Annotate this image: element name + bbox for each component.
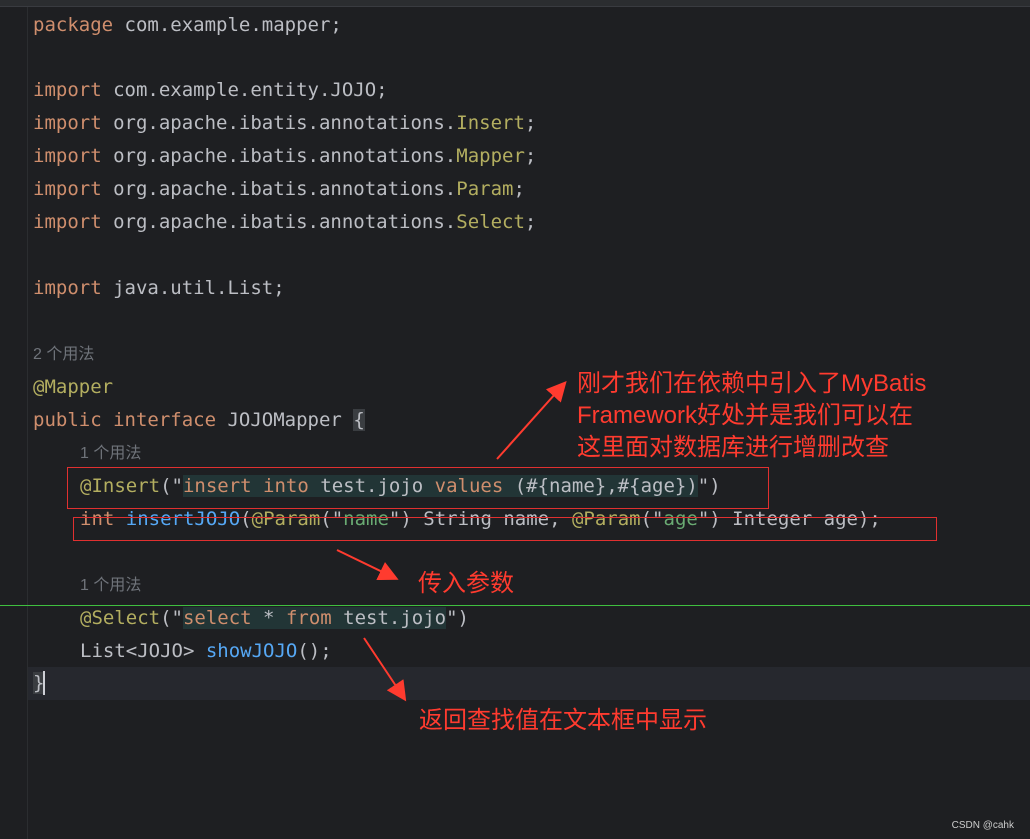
import-path: org.apache.ibatis.annotations.	[101, 178, 457, 200]
code-editor[interactable]: package com.example.mapper; import com.e…	[0, 0, 1030, 839]
sql-keyword: select	[182, 607, 252, 629]
method-name: showJOJO	[205, 640, 298, 662]
usage-hint[interactable]: 1 个用法	[80, 437, 141, 470]
keyword: import	[33, 277, 102, 299]
code-line-import[interactable]: import org.apache.ibatis.annotations.Ins…	[33, 107, 536, 140]
package-name: com.example.mapper;	[113, 14, 342, 36]
arrow-to-note1	[496, 381, 567, 460]
code-line-package[interactable]: package com.example.mapper;	[33, 9, 342, 42]
sql-table: test.jojo	[331, 607, 447, 629]
import-path: java.util.List;	[101, 277, 285, 299]
annotation-note-mybatis: 刚才我们在依赖中引入了MyBatis Framework好处并是我们可以在 这里…	[577, 370, 927, 461]
code-line-select-annotation[interactable]: @Select("select * from test.jojo")	[80, 602, 469, 635]
code-line-import[interactable]: import org.apache.ibatis.annotations.Sel…	[33, 206, 536, 239]
code-line-import[interactable]: import org.apache.ibatis.annotations.Par…	[33, 173, 525, 206]
sql-operator: *	[251, 607, 286, 629]
keyword: package	[33, 14, 114, 36]
return-type: List<JOJO>	[80, 640, 206, 662]
import-path: org.apache.ibatis.annotations.	[101, 211, 457, 233]
keyword: import	[33, 178, 102, 200]
semicolon: ;	[524, 112, 537, 134]
code-line-mapper-annotation[interactable]: @Mapper	[33, 371, 113, 404]
punctuation: ();	[297, 640, 332, 662]
editor-top-border	[0, 0, 1030, 7]
annotation: @Select	[80, 607, 161, 629]
highlight-box-insert	[67, 467, 769, 509]
annotation-name: Select	[456, 211, 525, 233]
semicolon: ;	[524, 145, 537, 167]
watermark: CSDN @cahk	[951, 820, 1014, 831]
punctuation: ("	[160, 607, 183, 629]
gutter-divider	[27, 7, 28, 839]
usage-hint[interactable]: 2 个用法	[33, 338, 94, 371]
import-path: org.apache.ibatis.annotations.	[101, 145, 457, 167]
code-line-select-method[interactable]: List<JOJO> showJOJO();	[80, 635, 332, 668]
annotation-name: Mapper	[456, 145, 525, 167]
import-path: org.apache.ibatis.annotations.	[101, 112, 457, 134]
keyword: public	[33, 409, 102, 431]
semicolon: ;	[513, 178, 525, 200]
punctuation: ")	[446, 607, 469, 629]
keyword: import	[33, 112, 102, 134]
code-line-import[interactable]: import java.util.List;	[33, 272, 285, 305]
keyword: interface	[113, 409, 217, 431]
code-line-import[interactable]: import com.example.entity.JOJO;	[33, 74, 388, 107]
brace: {	[353, 409, 365, 431]
keyword: import	[33, 211, 102, 233]
sql-keyword: from	[285, 607, 332, 629]
annotation-name: Param	[456, 178, 514, 200]
interface-name: JOJOMapper	[216, 409, 354, 431]
annotation: @Mapper	[33, 376, 114, 398]
text-caret	[43, 671, 45, 695]
annotation-name: Insert	[456, 112, 525, 134]
highlight-box-params	[73, 517, 937, 541]
code-line-import[interactable]: import org.apache.ibatis.annotations.Map…	[33, 140, 536, 173]
arrow-to-note2	[336, 549, 399, 581]
semicolon: ;	[524, 211, 537, 233]
keyword: import	[33, 79, 102, 101]
import-path: com.example.entity.JOJO;	[101, 79, 388, 101]
usage-hint[interactable]: 1 个用法	[80, 569, 141, 602]
keyword: import	[33, 145, 102, 167]
code-line-interface[interactable]: public interface JOJOMapper {	[33, 404, 365, 437]
current-line-highlight	[28, 667, 1030, 700]
annotation-note-params: 传入参数	[418, 570, 514, 597]
annotation-note-return: 返回查找值在文本框中显示	[419, 707, 707, 734]
